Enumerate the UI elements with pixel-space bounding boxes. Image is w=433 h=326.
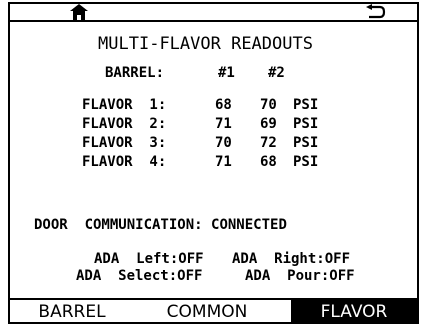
flavor-1-barrel-2: 70	[260, 97, 277, 113]
page-title: MULTI-FLAVOR READOUTS	[98, 34, 313, 54]
top-bar	[8, 2, 419, 22]
tab-barrel[interactable]: BARREL	[8, 300, 136, 324]
flavor-3-barrel-1: 70	[215, 135, 232, 151]
ada-left-label: ADA Left:	[94, 251, 179, 267]
tab-flavor[interactable]: FLAVOR	[291, 300, 417, 324]
flavor-2-barrel-2: 69	[260, 116, 277, 132]
ada-select-label: ADA Select:	[76, 268, 178, 284]
flavor-2-label: FLAVOR 2:	[82, 116, 167, 132]
flavor-4-label: FLAVOR 4:	[82, 154, 167, 170]
door-communication-label: DOOR COMMUNICATION:	[34, 217, 203, 233]
door-communication-status: DOOR COMMUNICATION: CONNECTED	[34, 217, 287, 233]
ada-select-status: ADA Select:OFF	[76, 268, 202, 284]
ada-right-label: ADA Right:	[232, 251, 325, 267]
door-communication-value: CONNECTED	[211, 217, 287, 233]
tab-common[interactable]: COMMON	[136, 300, 278, 324]
ada-pour-label: ADA Pour:	[245, 268, 330, 284]
flavor-3-unit: PSI	[293, 135, 319, 151]
ada-pour-value: OFF	[329, 268, 355, 284]
home-icon[interactable]	[70, 4, 88, 20]
flavor-2-unit: PSI	[293, 116, 319, 132]
ada-left-value: OFF	[178, 251, 204, 267]
flavor-2-barrel-1: 71	[215, 116, 232, 132]
flavor-4-barrel-2: 68	[260, 154, 277, 170]
ada-right-status: ADA Right:OFF	[232, 251, 350, 267]
barrel-header-label: BARREL:	[105, 65, 165, 81]
flavor-3-barrel-2: 72	[260, 135, 277, 151]
flavor-4-unit: PSI	[293, 154, 319, 170]
flavor-1-label: FLAVOR 1:	[82, 97, 167, 113]
ada-left-status: ADA Left:OFF	[94, 251, 204, 267]
flavor-1-barrel-1: 68	[215, 97, 232, 113]
ada-select-value: OFF	[177, 268, 203, 284]
flavor-1-unit: PSI	[293, 97, 319, 113]
barrel-col-2-header: #2	[268, 65, 285, 81]
ada-right-value: OFF	[324, 251, 351, 267]
back-icon[interactable]	[366, 4, 386, 20]
ada-pour-status: ADA Pour:OFF	[245, 268, 355, 284]
tab-bar: BARREL COMMON FLAVOR	[8, 298, 419, 324]
flavor-3-label: FLAVOR 3:	[82, 135, 167, 151]
flavor-4-barrel-1: 71	[215, 154, 232, 170]
barrel-col-1-header: #1	[218, 65, 235, 81]
